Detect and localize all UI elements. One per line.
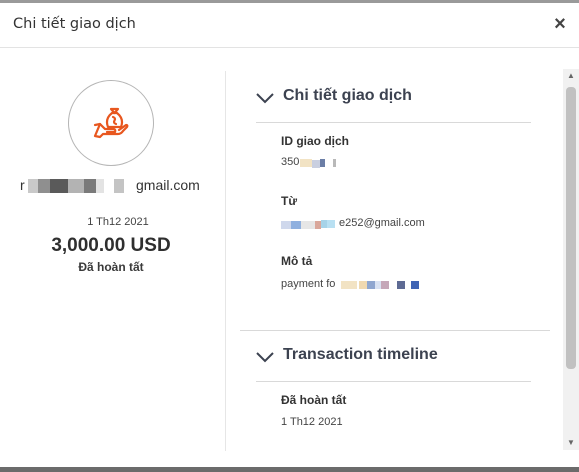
redacted-email-part (96, 179, 104, 193)
timeline-date: 1 Th12 2021 (281, 416, 343, 428)
redacted-email-part (84, 179, 96, 193)
transaction-id-value: 350 (281, 156, 361, 170)
redacted-id-part (333, 159, 336, 167)
description-label: Mô tả (281, 254, 313, 268)
avatar (68, 80, 154, 166)
divider (256, 381, 531, 382)
redacted-email-part (327, 220, 335, 228)
redacted-description-part (341, 281, 357, 289)
transaction-status: Đã hoàn tất (78, 260, 144, 274)
redacted-email-part (38, 179, 50, 193)
redacted-email-part (291, 221, 301, 229)
transaction-amount: 3,000.00 USD (51, 235, 171, 256)
chevron-down-icon (256, 352, 274, 363)
redacted-id-part (320, 159, 325, 167)
redacted-email-part (28, 179, 38, 193)
redacted-email-part (281, 221, 291, 229)
redacted-id-part (300, 159, 312, 167)
timeline-section-title: Transaction timeline (283, 346, 438, 363)
details-panel: Chi tiết giao dịch ID giao dịch 350 Từ e… (240, 69, 560, 449)
from-label: Từ (281, 194, 298, 208)
timeline-section-toggle[interactable]: Transaction timeline (256, 346, 506, 370)
transaction-details-dialog: Chi tiết giao dịch × r gmail.com 1 Th12 … (0, 0, 579, 467)
transaction-date: 1 Th12 2021 (87, 216, 149, 228)
close-icon[interactable]: × (550, 12, 570, 36)
redacted-email-part (50, 179, 68, 193)
panel-divider (225, 71, 226, 451)
scroll-down-icon[interactable]: ▼ (563, 436, 579, 450)
scroll-thumb[interactable] (566, 87, 576, 369)
timeline-status: Đã hoàn tất (281, 393, 347, 407)
details-section-toggle[interactable]: Chi tiết giao dịch (256, 87, 506, 111)
from-email-suffix: e252@gmail.com (339, 217, 425, 229)
description-value: payment fo (281, 278, 441, 292)
scrollbar[interactable]: ▲ ▼ (563, 69, 579, 450)
description-prefix: payment fo (281, 278, 336, 290)
redacted-description-part (367, 281, 375, 289)
redacted-email-part (68, 179, 84, 193)
chevron-down-icon (256, 93, 274, 104)
redacted-email-part (114, 179, 124, 193)
redacted-description-part (411, 281, 419, 289)
redacted-id-part (312, 160, 320, 168)
dialog-header: Chi tiết giao dịch × (0, 3, 579, 48)
money-bag-hand-icon (93, 107, 129, 139)
from-value: e252@gmail.com (281, 217, 441, 231)
email-suffix: gmail.com (136, 177, 200, 193)
redacted-description-part (397, 281, 405, 289)
divider (256, 122, 531, 123)
details-section-title: Chi tiết giao dịch (283, 87, 412, 104)
email-prefix: r (20, 177, 25, 193)
redacted-description-part (381, 281, 389, 289)
transaction-id-label: ID giao dịch (281, 134, 350, 148)
divider (240, 330, 550, 331)
payer-email: r gmail.com (20, 175, 210, 195)
transaction-id-prefix: 350 (281, 156, 300, 168)
redacted-description-part (359, 281, 367, 289)
dialog-title: Chi tiết giao dịch (13, 16, 136, 32)
redacted-email-part (301, 221, 315, 229)
transaction-summary: r gmail.com 1 Th12 2021 3,000.00 USD Đã … (0, 69, 225, 449)
scroll-up-icon[interactable]: ▲ (563, 69, 579, 83)
